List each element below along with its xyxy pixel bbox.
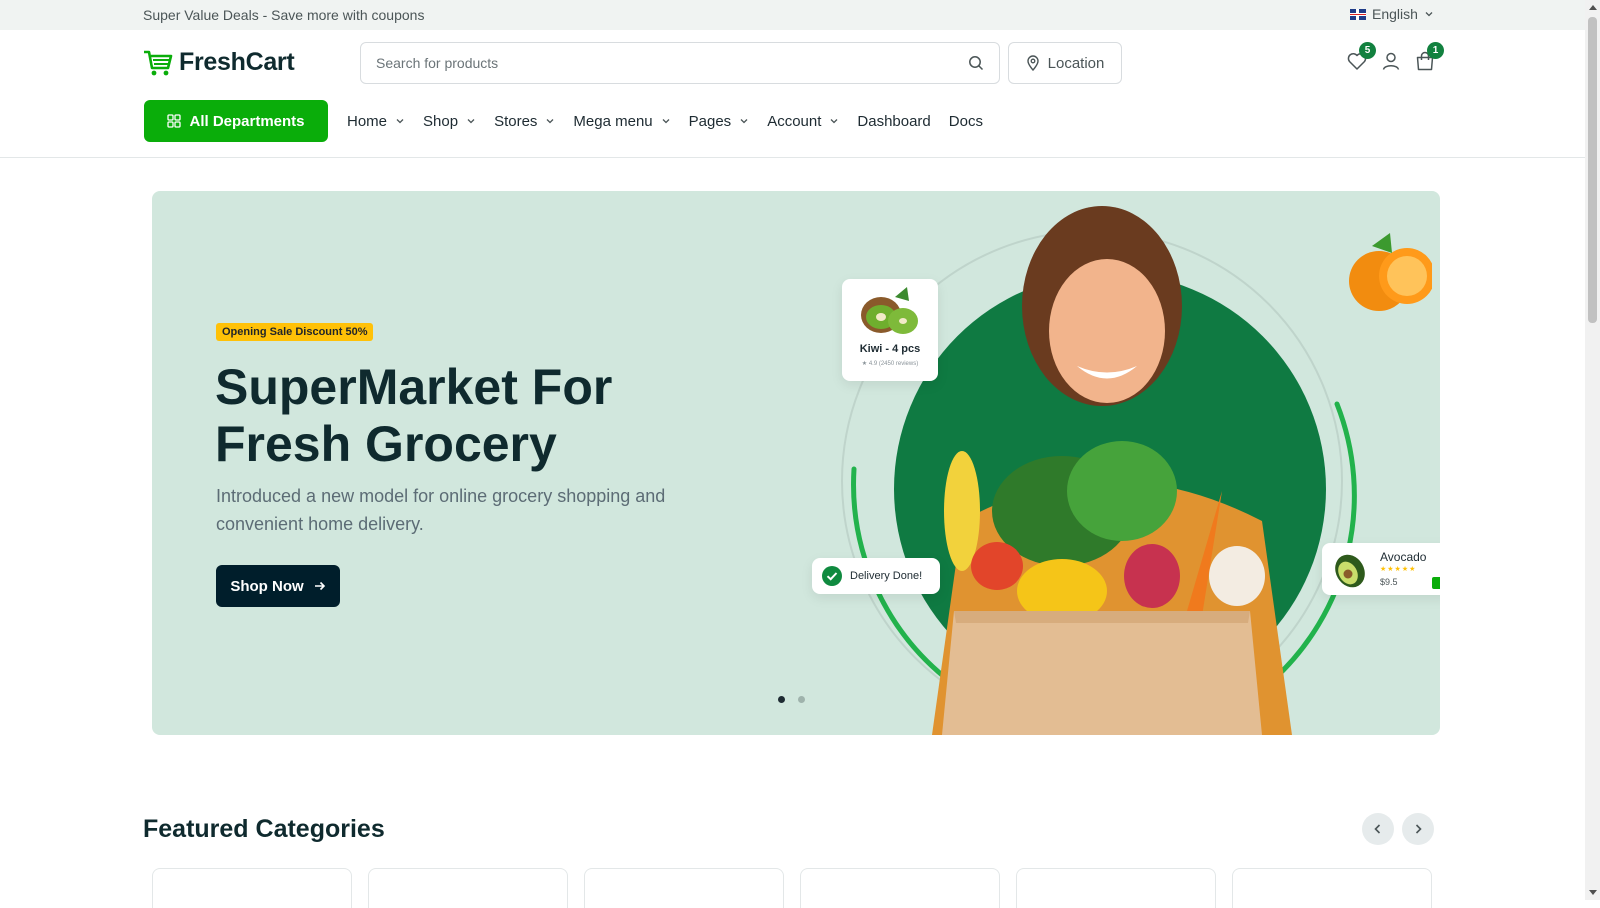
kiwi-image — [861, 287, 918, 334]
user-icon — [1382, 52, 1400, 70]
hero-banner: Opening Sale Discount 50% SuperMarket Fo… — [152, 191, 1440, 735]
main-nav: Home Shop Stores Mega menu Pages Account… — [347, 100, 983, 142]
category-card[interactable] — [1016, 868, 1216, 908]
cart-button[interactable]: 1 — [1414, 42, 1444, 72]
nav-item-home[interactable]: Home — [347, 113, 405, 130]
nav-label: Pages — [688, 112, 732, 130]
chevron-right-icon — [1415, 824, 1422, 834]
add-to-cart-icon[interactable] — [1432, 577, 1440, 589]
brand-name: FreshCart — [179, 48, 295, 76]
promo-text: Super Value Deals - Save more with coupo… — [143, 7, 425, 23]
location-label: Location — [1047, 54, 1105, 72]
language-selector[interactable]: English — [1350, 6, 1434, 22]
nav-item-docs[interactable]: Docs — [949, 113, 983, 130]
category-card[interactable] — [1232, 868, 1432, 908]
wishlist-count-badge: 5 — [1359, 42, 1376, 59]
uk-flag-icon — [1350, 8, 1366, 20]
nav-item-dashboard[interactable]: Dashboard — [857, 113, 930, 130]
search-box — [360, 42, 1000, 84]
search-icon[interactable] — [968, 55, 984, 71]
chevron-left-icon — [1374, 824, 1381, 834]
site-header: FreshCart Location 5 1 — [0, 30, 1585, 158]
nav-label: Shop — [423, 112, 459, 130]
map-pin-icon — [1026, 55, 1039, 71]
avocado-title: Avocado — [1380, 550, 1427, 564]
chevron-down-icon — [830, 119, 838, 124]
nav-label: Stores — [494, 112, 538, 130]
chevron-down-icon — [467, 119, 475, 124]
avocado-stars: ★★★★★ — [1380, 566, 1417, 573]
nav-label: Home — [347, 112, 388, 130]
carousel-dot[interactable] — [798, 696, 805, 703]
search-input[interactable] — [361, 43, 921, 83]
chevron-down-icon — [1425, 12, 1433, 17]
wishlist-button[interactable]: 5 — [1346, 42, 1376, 72]
nav-item-shop[interactable]: Shop — [423, 113, 476, 130]
scroll-up-arrow[interactable] — [1589, 5, 1597, 10]
check-circle-icon — [822, 566, 842, 586]
grid-icon — [167, 114, 182, 128]
cart-logo-icon — [144, 50, 173, 75]
header-icons: 5 1 — [1346, 42, 1444, 72]
all-departments-button[interactable]: All Departments — [144, 100, 328, 142]
featured-categories-title: Featured Categories — [143, 815, 385, 843]
avocado-price: $9.5 — [1380, 577, 1398, 587]
nav-item-account[interactable]: Account — [767, 113, 839, 130]
nav-item-stores[interactable]: Stores — [494, 113, 555, 130]
account-button[interactable] — [1380, 50, 1402, 72]
nav-item-mega-menu[interactable]: Mega menu — [573, 113, 670, 130]
avocado-product-card[interactable]: Avocado ★★★★★ $9.5 — [1322, 543, 1440, 595]
kiwi-title: Kiwi - 4 pcs — [859, 343, 921, 355]
top-announcement-bar: Super Value Deals - Save more with coupo… — [0, 0, 1585, 30]
carousel-dots — [778, 696, 805, 703]
delivery-done-text: Delivery Done! — [850, 570, 923, 582]
chevron-down-icon — [662, 119, 670, 124]
avocado-image — [1335, 554, 1365, 588]
arrow-right-icon — [314, 581, 325, 591]
category-card[interactable] — [584, 868, 784, 908]
nav-label: Account — [767, 112, 822, 130]
categories-next-button[interactable] — [1402, 813, 1434, 845]
hero-subtitle: Introduced a new model for online grocer… — [216, 486, 666, 534]
language-label: English — [1372, 6, 1418, 22]
category-card[interactable] — [800, 868, 1000, 908]
kiwi-rating: ★ 4.9 (2450 reviews) — [861, 361, 919, 367]
hero-illustration — [841, 206, 1432, 735]
page-scrollbar[interactable] — [1585, 0, 1600, 900]
chevron-down-icon — [396, 119, 404, 124]
location-button[interactable]: Location — [1008, 42, 1122, 84]
departments-label: All Departments — [189, 112, 305, 130]
kiwi-product-card[interactable]: Kiwi - 4 pcs ★ 4.9 (2450 reviews) — [842, 279, 938, 381]
category-card[interactable] — [152, 868, 352, 908]
scroll-down-arrow[interactable] — [1589, 890, 1597, 895]
scrollbar-thumb[interactable] — [1588, 17, 1597, 323]
category-card[interactable] — [368, 868, 568, 908]
chevron-down-icon — [546, 119, 554, 124]
nav-item-pages[interactable]: Pages — [689, 113, 750, 130]
sale-badge: Opening Sale Discount 50% — [216, 323, 374, 341]
nav-label: Docs — [948, 112, 983, 130]
categories-prev-button[interactable] — [1362, 813, 1394, 845]
logo[interactable]: FreshCart — [143, 48, 295, 77]
hero-title: SuperMarket For Fresh Grocery — [215, 359, 613, 472]
nav-label: Dashboard — [857, 112, 931, 130]
delivery-done-card: Delivery Done! — [812, 558, 940, 594]
shop-now-label: Shop Now — [230, 577, 304, 595]
cart-count-badge: 1 — [1427, 42, 1444, 59]
carousel-dot[interactable] — [778, 696, 785, 703]
nav-label: Mega menu — [573, 112, 653, 130]
chevron-down-icon — [740, 119, 748, 124]
shop-now-button[interactable]: Shop Now — [216, 565, 340, 607]
